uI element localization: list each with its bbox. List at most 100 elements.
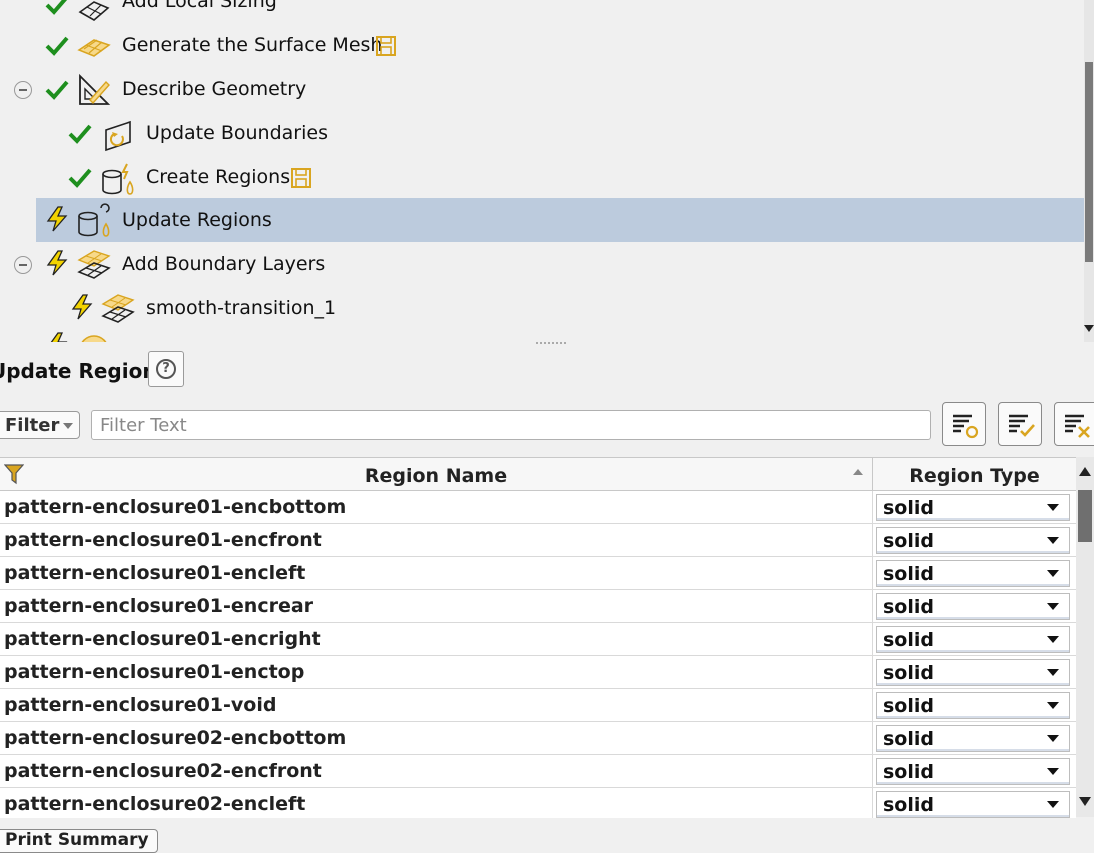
local-sizing-icon bbox=[78, 1, 110, 21]
select-all-button[interactable] bbox=[998, 402, 1042, 446]
filter-select-icon bbox=[953, 414, 979, 439]
region-type-select[interactable]: solid bbox=[876, 758, 1070, 785]
region-type-value: solid bbox=[883, 695, 934, 717]
region-type-select[interactable]: solid bbox=[876, 494, 1070, 521]
tree-item-label: Update Boundaries bbox=[146, 122, 328, 144]
dropdown-arrow-icon bbox=[1047, 537, 1059, 544]
region-type-value: solid bbox=[883, 530, 934, 552]
filter-label: Filter bbox=[5, 414, 60, 436]
filter-check-icon bbox=[1009, 414, 1035, 437]
table-row[interactable]: pattern-enclosure01-encleft solid bbox=[0, 557, 1076, 590]
region-type-value: solid bbox=[883, 794, 934, 816]
table-scrollbar-thumb[interactable] bbox=[1078, 490, 1092, 542]
table-row[interactable]: pattern-enclosure01-encbottom solid bbox=[0, 491, 1076, 524]
tree-item-label: Update Regions bbox=[122, 209, 272, 231]
region-type-select[interactable]: solid bbox=[876, 626, 1070, 653]
table-row[interactable]: pattern-enclosure02-encleft solid bbox=[0, 788, 1076, 818]
cell-divider bbox=[872, 722, 873, 755]
scroll-down-icon[interactable] bbox=[1084, 322, 1094, 334]
help-icon: ? bbox=[156, 359, 176, 379]
region-type-select[interactable]: solid bbox=[876, 560, 1070, 587]
tree-item-update-regions[interactable]: Update Regions bbox=[0, 198, 1084, 242]
column-header-region-name[interactable]: Region Name bbox=[0, 458, 872, 490]
region-name-cell: pattern-enclosure02-encleft bbox=[4, 793, 306, 815]
scroll-down-icon[interactable] bbox=[1079, 797, 1091, 806]
region-name-cell: pattern-enclosure01-encrear bbox=[4, 595, 314, 617]
select-by-filter-button[interactable] bbox=[942, 402, 986, 446]
cell-divider bbox=[872, 524, 873, 557]
tree-item-generate-surface-mesh[interactable]: Generate the Surface Mesh bbox=[0, 24, 1084, 68]
region-name-cell: pattern-enclosure01-encbottom bbox=[4, 496, 347, 518]
tree-item-smooth-transition[interactable]: smooth-transition_1 bbox=[0, 286, 1084, 330]
scroll-up-icon[interactable] bbox=[1079, 467, 1091, 476]
lightning-icon bbox=[71, 294, 93, 320]
region-type-select[interactable]: solid bbox=[876, 791, 1070, 818]
column-header-region-type[interactable]: Region Type bbox=[873, 458, 1076, 490]
check-icon bbox=[68, 168, 92, 188]
dropdown-arrow-icon bbox=[1047, 801, 1059, 808]
tree-item-label: Describe Geometry bbox=[122, 78, 307, 100]
tree-scrollbar-thumb[interactable] bbox=[1085, 62, 1093, 262]
region-type-value: solid bbox=[883, 596, 934, 618]
region-type-select[interactable]: solid bbox=[876, 527, 1070, 554]
region-type-value: solid bbox=[883, 563, 934, 585]
dropdown-arrow-icon bbox=[1047, 636, 1059, 643]
table-header: Region Name Region Type bbox=[0, 458, 1076, 491]
cell-divider bbox=[872, 755, 873, 788]
region-type-select[interactable]: solid bbox=[876, 692, 1070, 719]
table-row[interactable]: pattern-enclosure02-encbottom solid bbox=[0, 722, 1076, 755]
tree-item-next[interactable] bbox=[0, 330, 1084, 342]
region-type-value: solid bbox=[883, 497, 934, 519]
tree-item-add-boundary-layers[interactable]: Add Boundary Layers bbox=[0, 242, 1084, 286]
tree-item-update-boundaries[interactable]: Update Boundaries bbox=[0, 112, 1084, 156]
print-summary-button[interactable]: Print Summary bbox=[0, 829, 158, 853]
table-scrollbar[interactable] bbox=[1076, 457, 1094, 817]
tree-scrollbar[interactable] bbox=[1084, 0, 1094, 342]
region-name-cell: pattern-enclosure01-encfront bbox=[4, 529, 322, 551]
describe-geometry-icon bbox=[79, 73, 111, 105]
update-regions-icon bbox=[78, 203, 110, 237]
dropdown-arrow-icon bbox=[1047, 735, 1059, 742]
collapse-icon[interactable] bbox=[14, 81, 32, 99]
region-type-select[interactable]: solid bbox=[876, 725, 1070, 752]
create-regions-icon bbox=[102, 163, 134, 195]
region-name-cell: pattern-enclosure01-encright bbox=[4, 628, 321, 650]
table-row[interactable]: pattern-enclosure01-void solid bbox=[0, 689, 1076, 722]
region-type-select[interactable]: solid bbox=[876, 659, 1070, 686]
tree-item-label: Create Regions bbox=[146, 166, 291, 188]
table-row[interactable]: pattern-enclosure01-encright solid bbox=[0, 623, 1076, 656]
cell-divider bbox=[872, 689, 873, 722]
panel-splitter[interactable] bbox=[536, 342, 566, 348]
cell-divider bbox=[872, 788, 873, 818]
table-row[interactable]: pattern-enclosure01-encfront solid bbox=[0, 524, 1076, 557]
save-icon bbox=[291, 168, 311, 188]
dropdown-arrow-icon bbox=[1047, 768, 1059, 775]
region-type-value: solid bbox=[883, 761, 934, 783]
region-name-cell: pattern-enclosure01-void bbox=[4, 694, 277, 716]
update-boundaries-icon bbox=[105, 120, 131, 152]
table-row[interactable]: pattern-enclosure02-encfront solid bbox=[0, 755, 1076, 788]
help-button[interactable]: ? bbox=[148, 351, 184, 387]
sort-ascending-icon bbox=[853, 469, 863, 475]
region-type-value: solid bbox=[883, 629, 934, 651]
dropdown-arrow-icon bbox=[1047, 504, 1059, 511]
tree-item-create-regions[interactable]: Create Regions bbox=[0, 156, 1084, 200]
clear-selection-button[interactable] bbox=[1054, 402, 1094, 446]
region-type-value: solid bbox=[883, 728, 934, 750]
dropdown-arrow-icon bbox=[1047, 702, 1059, 709]
dropdown-arrow-icon bbox=[1047, 570, 1059, 577]
tree-item-label: Add Local Sizing bbox=[122, 0, 277, 12]
check-icon bbox=[68, 124, 92, 144]
filter-dropdown[interactable]: Filter bbox=[0, 411, 80, 439]
collapse-icon[interactable] bbox=[14, 256, 32, 274]
table-row[interactable]: pattern-enclosure01-encrear solid bbox=[0, 590, 1076, 623]
filter-text-input[interactable] bbox=[91, 410, 931, 440]
cell-divider bbox=[872, 557, 873, 590]
save-icon bbox=[376, 36, 396, 56]
region-name-cell: pattern-enclosure01-enctop bbox=[4, 661, 305, 683]
table-row[interactable]: pattern-enclosure01-enctop solid bbox=[0, 656, 1076, 689]
region-type-select[interactable]: solid bbox=[876, 593, 1070, 620]
tree-item-describe-geometry[interactable]: Describe Geometry bbox=[0, 68, 1084, 112]
dropdown-arrow-icon bbox=[1047, 669, 1059, 676]
boundary-layers-icon bbox=[77, 250, 111, 279]
